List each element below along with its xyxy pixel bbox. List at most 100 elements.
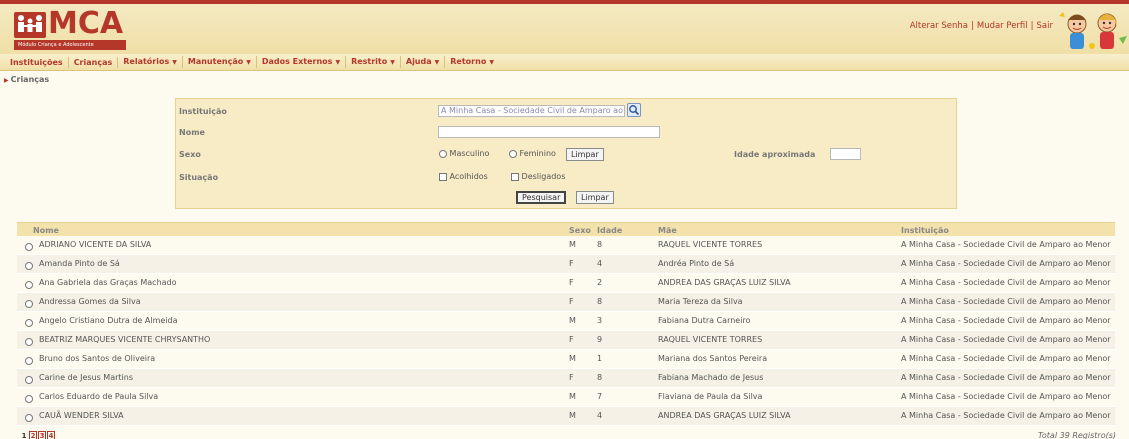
change-password-link[interactable]: Alterar Senha	[910, 21, 968, 31]
cell-idade: 1	[597, 354, 603, 363]
cell-instituicao: A Minha Casa - Sociedade Civil de Amparo…	[901, 411, 1111, 420]
row-select-radio[interactable]	[25, 243, 33, 251]
cell-idade: 2	[597, 278, 603, 287]
desligados-checkbox[interactable]	[511, 172, 519, 181]
cell-sexo: F	[569, 259, 574, 268]
page-link-1[interactable]: 1	[20, 432, 28, 439]
cell-sexo: F	[569, 278, 574, 287]
table-row[interactable]: Amanda Pinto de Sá F 4 Andréa Pinto de Sá A …	[17, 255, 1115, 274]
cell-nome: CAUÃ WENDER SILVA	[39, 411, 124, 420]
cell-instituicao: A Minha Casa - Sociedade Civil de Amparo…	[901, 354, 1111, 363]
table-row[interactable]: BEATRIZ MARQUES VICENTE CHRYSANTHO F 9 RAQU…	[17, 331, 1115, 350]
menu-item-label: Restrito	[351, 57, 388, 66]
row-select-radio[interactable]	[25, 357, 33, 365]
pesquisar-button[interactable]: Pesquisar	[516, 191, 567, 204]
feminino-radio[interactable]	[509, 149, 517, 158]
cell-instituicao: A Minha Casa - Sociedade Civil de Amparo…	[901, 259, 1111, 268]
page-link-4[interactable]: 4	[47, 431, 55, 439]
menu-item-criancas[interactable]: Crianças	[69, 56, 119, 68]
nome-label: Nome	[179, 128, 205, 137]
situacao-label: Situação	[179, 173, 219, 182]
search-institution-icon[interactable]	[627, 103, 641, 117]
cell-sexo: F	[569, 297, 574, 306]
instituicao-field[interactable]: A Minha Casa - Sociedade Civil de Amparo…	[438, 105, 625, 117]
row-select-radio[interactable]	[25, 414, 33, 422]
dropdown-arrow-icon: ▼	[335, 59, 341, 66]
table-row[interactable]: Angelo Cristiano Dutra de Almeida M 3 Fabia…	[17, 312, 1115, 331]
cell-mae: Mariana dos Santos Pereira	[658, 354, 768, 363]
dropdown-arrow-icon: ▼	[246, 59, 251, 66]
cell-idade: 9	[597, 335, 603, 344]
acolhidos-checkbox[interactable]	[439, 172, 447, 181]
limpar-sexo-button[interactable]: Limpar	[566, 148, 604, 161]
page-link-3[interactable]: 3	[38, 431, 46, 439]
col-instituicao[interactable]: Instituição	[901, 226, 949, 235]
dropdown-arrow-icon: ▼	[390, 59, 395, 66]
change-profile-link[interactable]: Mudar Perfil	[977, 21, 1028, 31]
pagination: 1234	[20, 431, 56, 439]
cell-sexo: M	[569, 392, 576, 401]
row-select-radio[interactable]	[25, 376, 33, 384]
col-nome[interactable]: Nome	[33, 226, 59, 235]
row-select-radio[interactable]	[25, 262, 33, 270]
cell-instituicao: A Minha Casa - Sociedade Civil de Amparo…	[901, 316, 1111, 325]
menu-item-instituicoes[interactable]: Instituições	[5, 56, 69, 68]
col-mae[interactable]: Mãe	[658, 226, 677, 235]
row-select-radio[interactable]	[25, 300, 33, 308]
idade-label: Idade aproximada	[734, 150, 816, 159]
family-logo-icon	[14, 12, 46, 38]
cell-nome: Amanda Pinto de Sá	[39, 259, 120, 268]
table-row[interactable]: CAUÃ WENDER SILVA M 4 ANDREA DAS GRAÇAS LUI…	[17, 407, 1115, 426]
cell-mae: RAQUEL VICENTE TORRES	[658, 335, 763, 344]
menu-item-retorno[interactable]: Retorno ▼	[445, 56, 499, 68]
masculino-radio[interactable]	[439, 149, 447, 158]
situacao-desligados-option[interactable]: Desligados	[511, 172, 565, 181]
table-row[interactable]: Carlos Eduardo de Paula Silva M 7 Flaviana …	[17, 388, 1115, 407]
cell-idade: 3	[597, 316, 603, 325]
table-row[interactable]: Carine de Jesus Martins F 8 Fabiana Machado…	[17, 369, 1115, 388]
cell-mae: RAQUEL VICENTE TORRES	[658, 240, 763, 249]
menu-item-label: Retorno	[450, 57, 487, 66]
app-header: MCA Módulo Criança e Adolescente Alterar…	[0, 4, 1129, 54]
menu-item-restrito[interactable]: Restrito ▼	[346, 56, 401, 68]
cell-nome: Angelo Cristiano Dutra de Almeida	[39, 316, 178, 325]
cell-sexo: F	[569, 373, 574, 382]
situacao-acolhidos-option[interactable]: Acolhidos	[439, 172, 488, 181]
idade-input[interactable]	[830, 148, 861, 160]
table-row[interactable]: Andressa Gomes da Silva F 8 Maria Tereza da…	[17, 293, 1115, 312]
logout-link[interactable]: Sair	[1037, 21, 1053, 31]
kids-mascot-illustration	[1057, 8, 1129, 56]
table-row[interactable]: Ana Gabriela das Graças Machado F 2 ANDREA …	[17, 274, 1115, 293]
breadcrumb-current[interactable]: Crianças	[11, 75, 50, 84]
logo-text: MCA	[48, 6, 124, 41]
results-table: Nome Sexo Idade Mãe Instituição ADRIANO …	[17, 222, 1115, 427]
page-link-2[interactable]: 2	[29, 431, 37, 439]
cell-nome: Bruno dos Santos de Oliveira	[39, 354, 156, 363]
limpar-button[interactable]: Limpar	[576, 191, 614, 204]
table-row[interactable]: Bruno dos Santos de Oliveira M 1 Mariana do…	[17, 350, 1115, 369]
cell-mae: Fabiana Dutra Carneiro	[658, 316, 751, 325]
user-links: Alterar Senha | Mudar Perfil | Sair	[909, 21, 1053, 31]
table-row[interactable]: ADRIANO VICENTE DA SILVA M 8 RAQUEL VICENTE…	[17, 236, 1115, 255]
row-select-radio[interactable]	[25, 395, 33, 403]
breadcrumb: ▶ Crianças	[4, 75, 49, 84]
cell-idade: 7	[597, 392, 603, 401]
dropdown-arrow-icon: ▼	[172, 59, 177, 66]
menu-item-ajuda[interactable]: Ajuda ▼	[401, 56, 446, 68]
sexo-label: Sexo	[179, 150, 201, 159]
col-idade[interactable]: Idade	[597, 226, 622, 235]
sexo-masculino-option[interactable]: Masculino	[439, 149, 489, 158]
row-select-radio[interactable]	[25, 319, 33, 327]
sexo-feminino-option[interactable]: Feminino	[509, 149, 556, 158]
col-sexo[interactable]: Sexo	[569, 226, 591, 235]
row-select-radio[interactable]	[25, 281, 33, 289]
row-select-radio[interactable]	[25, 338, 33, 346]
menu-item-dados-externos[interactable]: Dados Externos ▼	[257, 56, 347, 68]
menu-item-manutencao[interactable]: Manutenção ▼	[183, 56, 257, 68]
nome-input[interactable]	[438, 126, 660, 138]
app-logo: MCA Módulo Criança e Adolescente	[14, 6, 126, 50]
breadcrumb-arrow-icon: ▶	[4, 77, 9, 84]
dropdown-arrow-icon: ▼	[434, 59, 440, 66]
menu-item-relatorios[interactable]: Relatórios ▼	[118, 56, 183, 68]
cell-instituicao: A Minha Casa - Sociedade Civil de Amparo…	[901, 392, 1111, 401]
